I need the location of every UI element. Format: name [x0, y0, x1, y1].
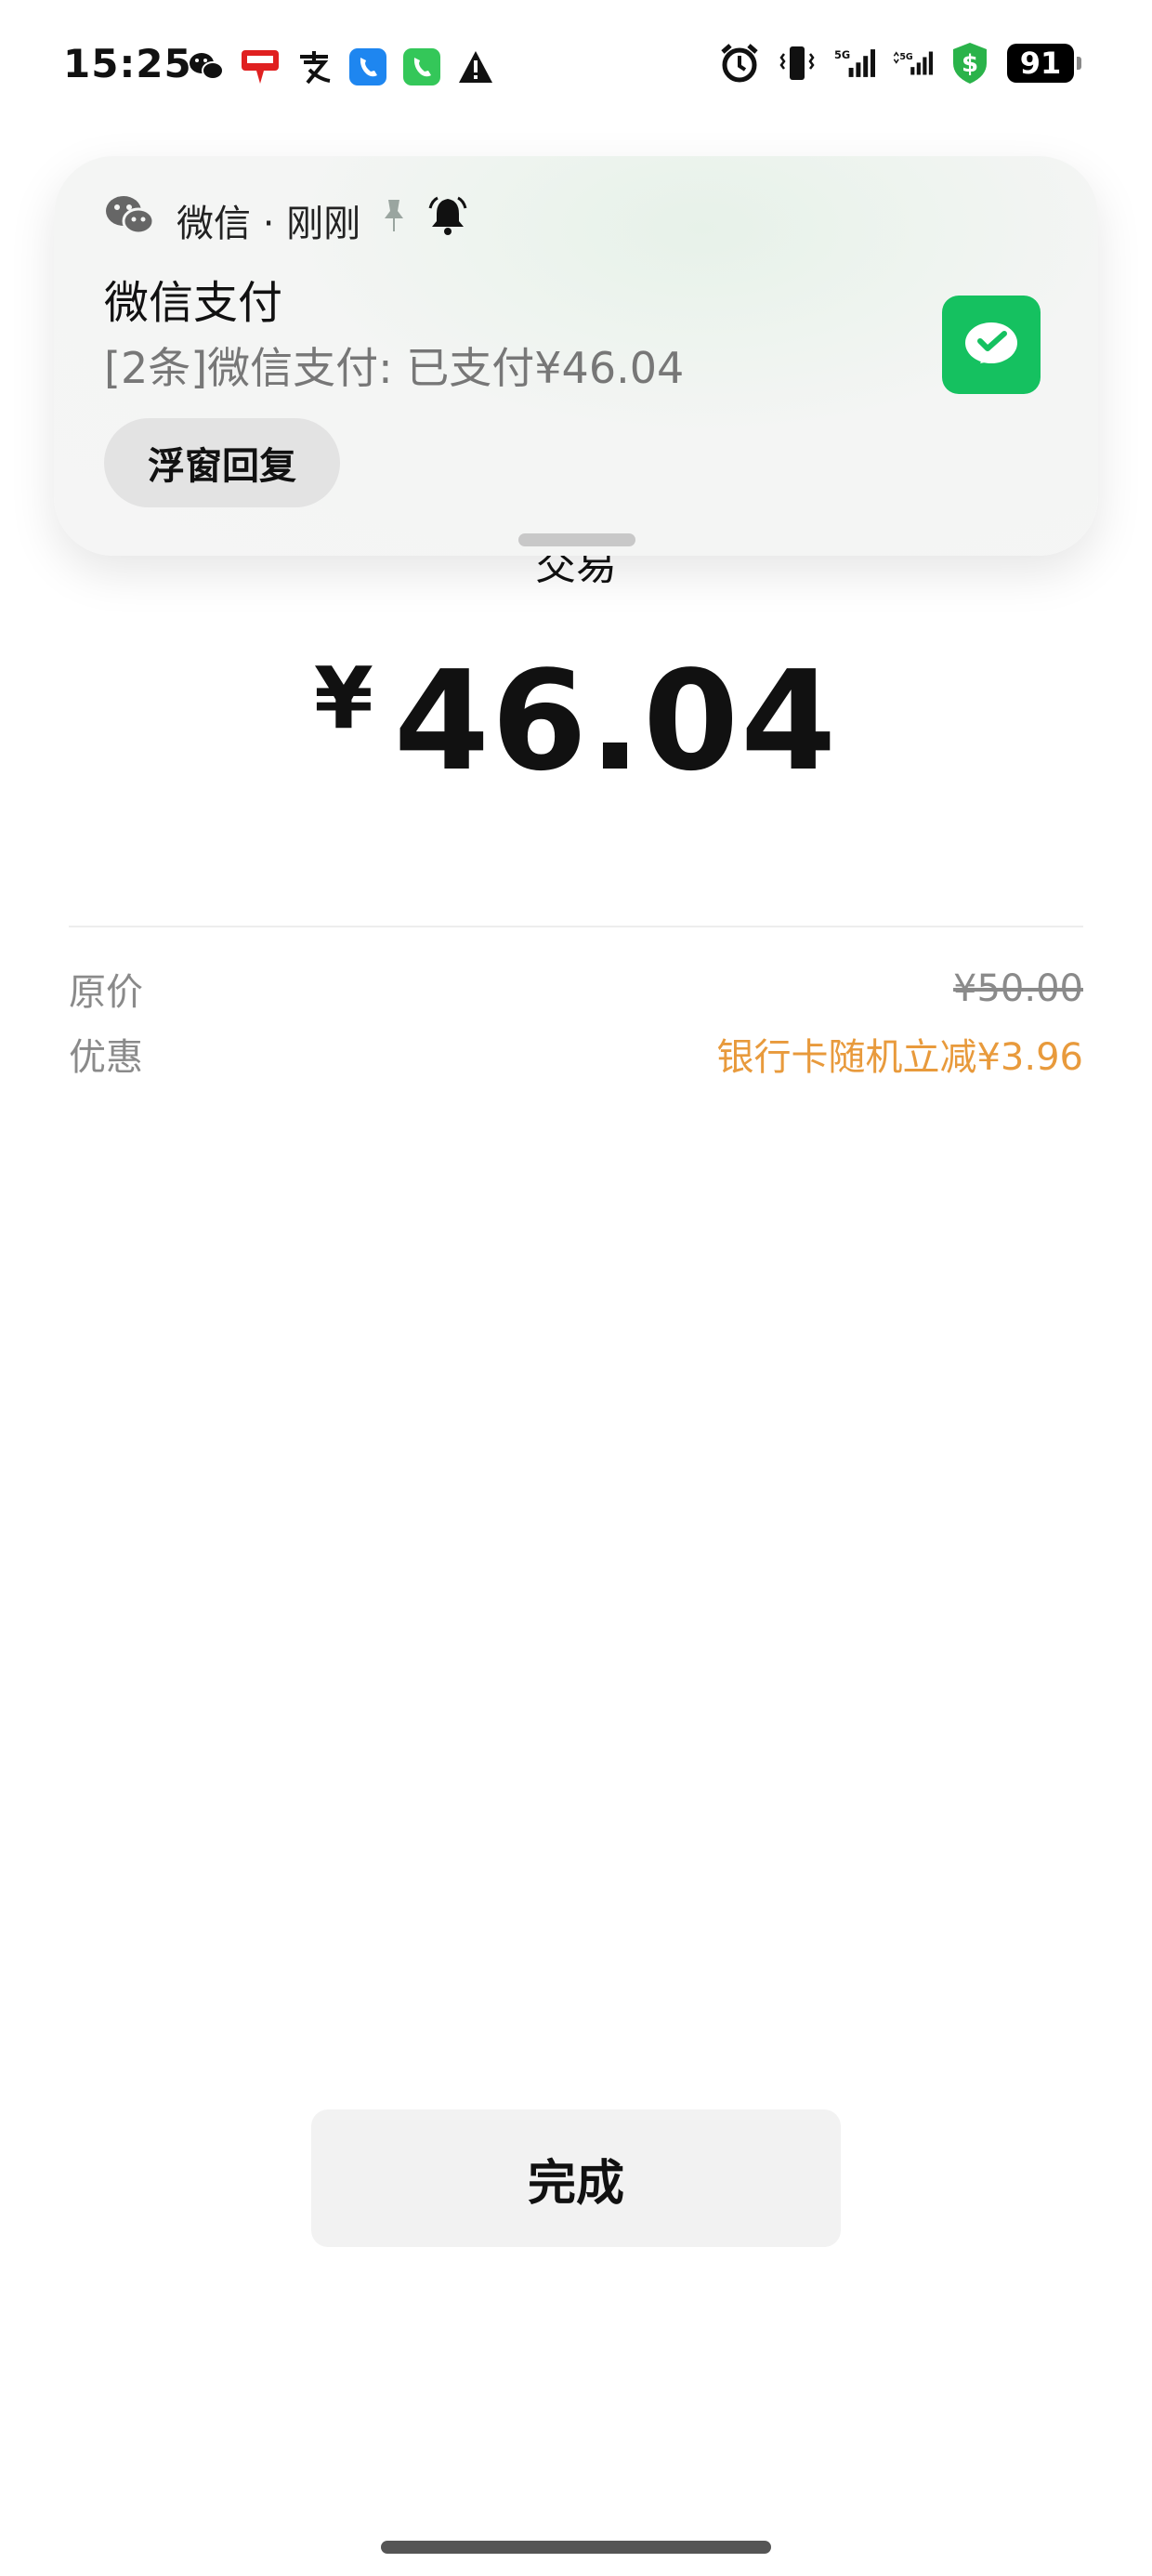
payment-amount: ¥46.04 — [0, 641, 1152, 801]
currency-symbol: ¥ — [313, 649, 373, 748]
yunshanfu-icon — [240, 46, 281, 87]
status-right-icons: 5G 5G $ 91 — [719, 43, 1081, 84]
status-bar: 15:25 5G 5G $ 91 — [0, 0, 1152, 139]
security-shield-icon: $ — [949, 43, 990, 84]
notification-banner[interactable]: 微信 · 刚刚 微信支付 [2条]微信支付: 已支付¥46.04 浮窗回复 — [54, 156, 1098, 556]
signal-5g-label: 5G — [834, 48, 850, 61]
floating-reply-button[interactable]: 浮窗回复 — [104, 418, 340, 507]
home-indicator[interactable] — [381, 2541, 771, 2554]
wechat-icon — [186, 46, 227, 87]
battery-indicator: 91 — [1007, 44, 1081, 83]
signal-5g-icon: 5G — [834, 43, 875, 84]
notification-app-name: 微信 · 刚刚 — [177, 203, 361, 245]
signal-5g-icon: 5G — [892, 43, 933, 84]
original-price-label: 原价 — [69, 971, 143, 1014]
notification-header: 微信 · 刚刚 — [104, 193, 468, 247]
svg-text:$: $ — [962, 50, 978, 78]
discount-row: 优惠 银行卡随机立减¥3.96 — [69, 1026, 1083, 1082]
wechat-pay-icon — [942, 296, 1041, 394]
vibrate-icon — [777, 43, 818, 84]
status-time: 15:25 — [63, 41, 192, 86]
notification-title: 微信支付 — [104, 277, 283, 329]
discount-value: 银行卡随机立减¥3.96 — [716, 1036, 1083, 1079]
original-price-value: ¥50.00 — [953, 967, 1083, 1010]
notification-body: [2条]微信支付: 已支付¥46.04 — [104, 343, 685, 393]
original-price-row: 原价 ¥50.00 — [69, 961, 1083, 1017]
signal-5g-label: 5G — [899, 52, 913, 62]
discount-label: 优惠 — [69, 1036, 143, 1079]
alarm-icon — [719, 43, 760, 84]
warning-icon — [455, 46, 496, 87]
phone-blue-icon — [347, 46, 388, 87]
bell-icon[interactable] — [427, 195, 468, 245]
done-button[interactable]: 完成 — [311, 2109, 841, 2247]
notification-drag-handle[interactable] — [518, 533, 635, 546]
amount-value: 46.04 — [393, 641, 839, 801]
alipay-icon — [294, 46, 334, 87]
status-left-icons — [186, 46, 496, 87]
phone-green-icon — [401, 46, 442, 87]
wechat-icon — [104, 193, 156, 247]
divider — [69, 926, 1083, 927]
pin-icon[interactable] — [381, 198, 407, 243]
